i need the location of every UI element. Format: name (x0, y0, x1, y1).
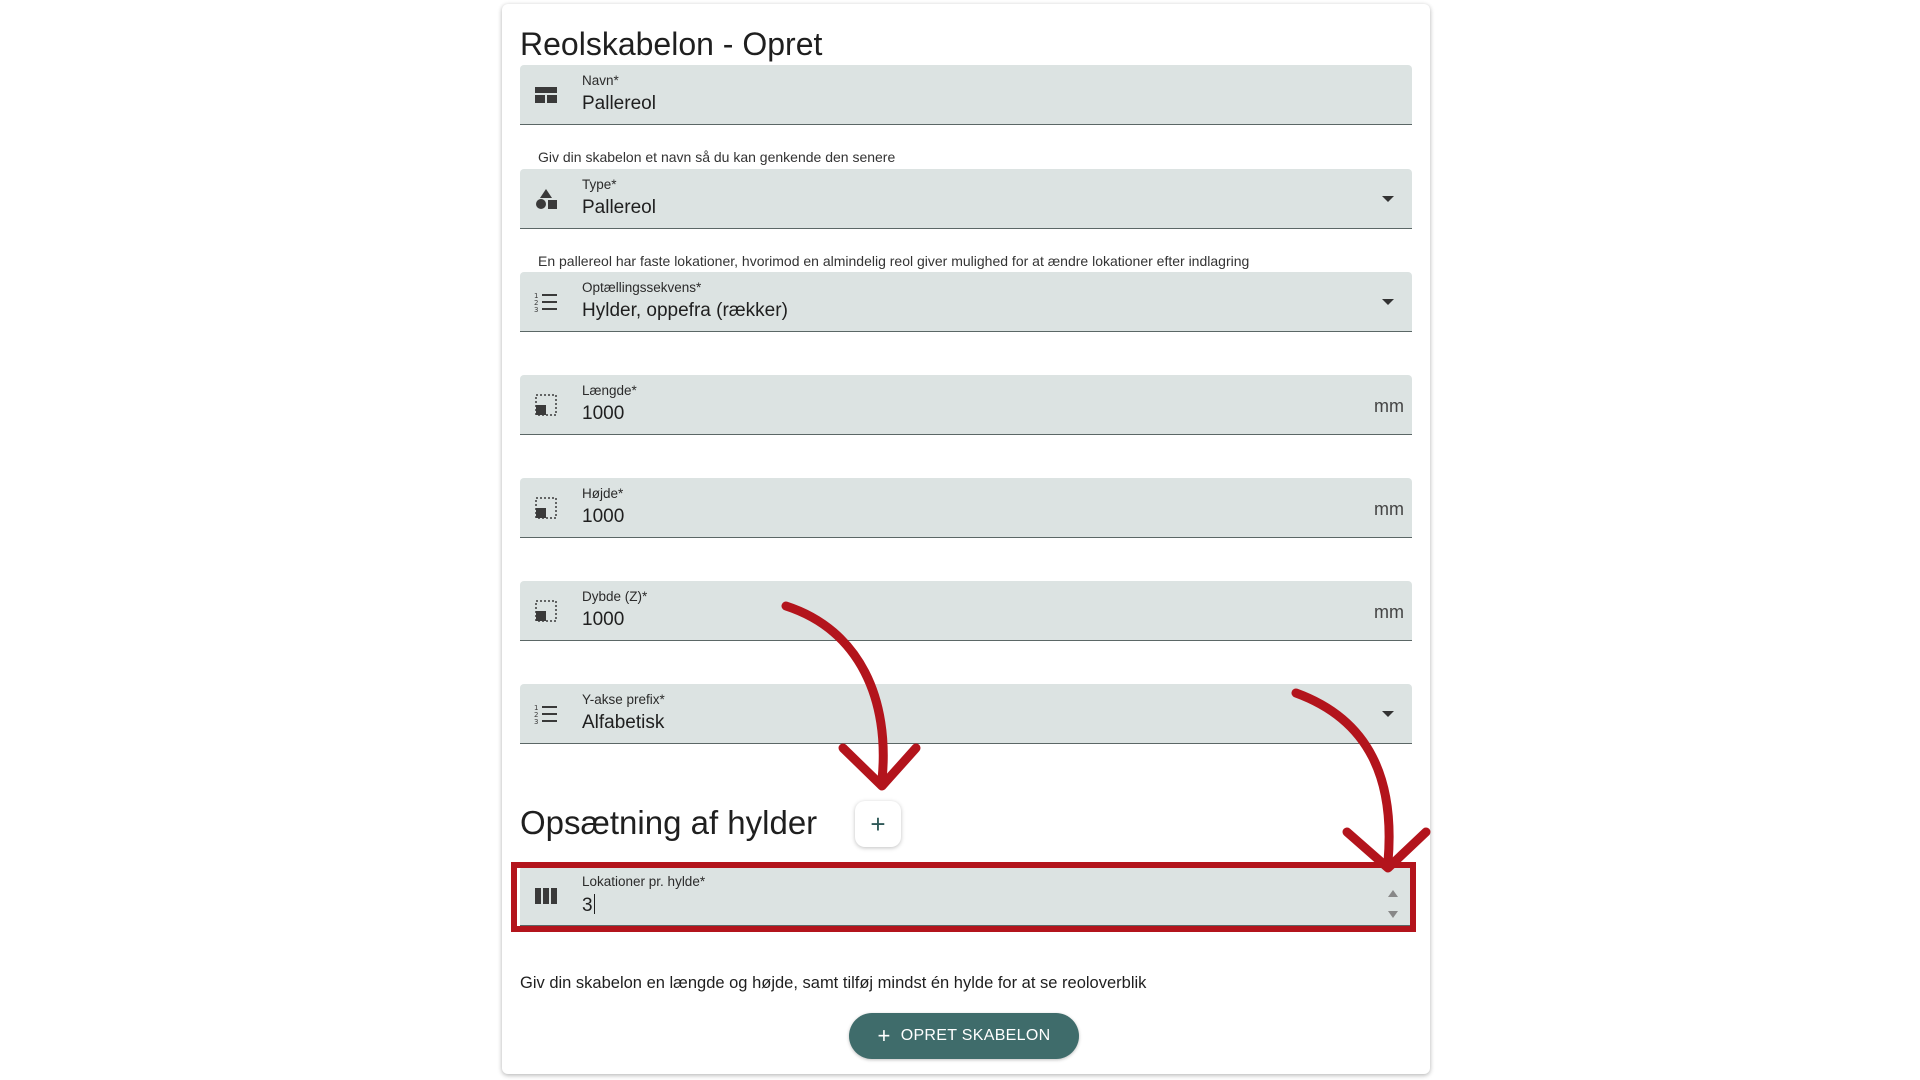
locations-per-shelf-text: 3 (582, 895, 593, 916)
number-spinner[interactable] (1386, 890, 1400, 918)
numbered-list-icon: 123 (534, 290, 558, 314)
numbered-list-icon: 123 (534, 702, 558, 726)
table-rows-icon (534, 83, 558, 107)
name-label: Navn* (582, 73, 619, 88)
plus-icon: + (877, 1023, 891, 1048)
page-title: Reolskabelon - Opret (520, 26, 823, 62)
name-field[interactable]: Navn* Pallereol (520, 65, 1412, 125)
chevron-down-icon[interactable] (1382, 711, 1394, 717)
chevron-down-icon[interactable] (1382, 196, 1394, 202)
add-shelf-button[interactable]: + (855, 801, 901, 847)
sequence-select[interactable]: 123 Optællingssekvens* Hylder, oppefra (… (520, 272, 1412, 332)
spinner-up-icon[interactable] (1388, 890, 1398, 897)
locations-per-shelf-label: Lokationer pr. hylde* (582, 874, 706, 889)
shelf-setup-title: Opsætning af hylder (520, 804, 818, 841)
height-field[interactable]: Højde* 1000 mm (520, 478, 1412, 538)
length-unit: mm (1374, 396, 1404, 416)
shapes-icon (534, 187, 558, 211)
name-hint: Giv din skabelon et navn så du kan genke… (538, 149, 896, 165)
text-caret (593, 894, 595, 914)
height-value[interactable]: 1000 (582, 506, 624, 528)
create-template-label: OPRET SKABELON (900, 1027, 1051, 1044)
dimension-icon (534, 393, 558, 417)
depth-value[interactable]: 1000 (582, 609, 624, 631)
svg-text:3: 3 (534, 718, 538, 725)
create-template-button[interactable]: + OPRET SKABELON (849, 1013, 1079, 1059)
sequence-label: Optællingssekvens* (582, 280, 702, 295)
name-value[interactable]: Pallereol (582, 93, 656, 115)
type-hint: En pallereol har faste lokationer, hvori… (538, 253, 1250, 269)
locations-per-shelf-value[interactable]: 3 (582, 894, 595, 917)
columns-icon (534, 884, 558, 908)
height-unit: mm (1374, 499, 1404, 519)
type-label: Type* (582, 177, 617, 192)
length-label: Længde* (582, 383, 637, 398)
type-select[interactable]: Type* Pallereol (520, 169, 1412, 229)
dimension-icon (534, 599, 558, 623)
depth-field[interactable]: Dybde (Z)* 1000 mm (520, 581, 1412, 641)
locations-per-shelf-field[interactable]: Lokationer pr. hylde* 3 (520, 866, 1412, 926)
depth-unit: mm (1374, 602, 1404, 622)
y-axis-prefix-value: Alfabetisk (582, 712, 665, 733)
type-value: Pallereol (582, 197, 656, 218)
y-axis-prefix-label: Y-akse prefix* (582, 692, 665, 707)
spinner-down-icon[interactable] (1388, 911, 1398, 918)
length-value[interactable]: 1000 (582, 403, 624, 425)
y-axis-prefix-select[interactable]: 123 Y-akse prefix* Alfabetisk (520, 684, 1412, 744)
sequence-value: Hylder, oppefra (rækker) (582, 300, 788, 321)
length-field[interactable]: Længde* 1000 mm (520, 375, 1412, 435)
overview-info-text: Giv din skabelon en længde og højde, sam… (520, 974, 1147, 992)
svg-text:3: 3 (534, 306, 538, 313)
template-form-card: Reolskabelon - Opret Navn* Pallereol Giv… (502, 4, 1430, 1074)
depth-label: Dybde (Z)* (582, 589, 648, 604)
chevron-down-icon[interactable] (1382, 299, 1394, 305)
height-label: Højde* (582, 486, 624, 501)
dimension-icon (534, 496, 558, 520)
